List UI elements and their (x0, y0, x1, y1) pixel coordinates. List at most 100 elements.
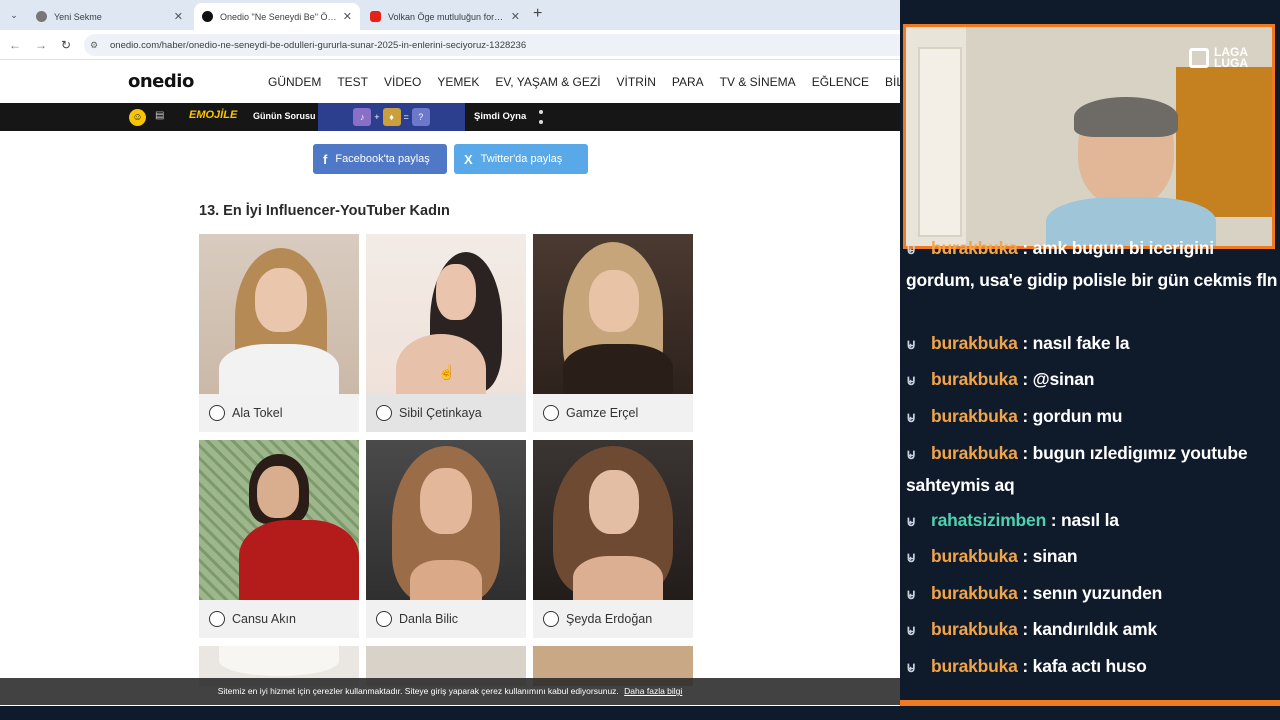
menu-item[interactable]: YEMEK (437, 75, 479, 89)
radio-button[interactable] (543, 405, 559, 421)
tab-title: Yeni Sekme (54, 11, 102, 22)
equals-sign: = (403, 112, 409, 122)
site-info-icon[interactable]: ⚙ (90, 40, 106, 51)
more-options-icon[interactable] (539, 110, 543, 124)
option-card[interactable]: Cansu Akın (199, 440, 359, 638)
menu-item[interactable]: EĞLENCE (812, 75, 869, 89)
radio-button[interactable] (376, 611, 392, 627)
chat-badge-icon: ⊌ (906, 241, 917, 257)
facebook-share-label: Facebook'ta paylaş (335, 153, 430, 165)
option-row[interactable]: Gamze Erçel (533, 394, 693, 432)
radio-button[interactable] (376, 405, 392, 421)
mouse-cursor-icon: ☝ (438, 364, 456, 380)
promo-bar: ☺ ▤ EMOJİLE Günün Sorusu ♪ + ♦ = ? Şimdi… (0, 103, 900, 131)
overlay-accent-bar (900, 700, 1280, 706)
chat-message: ⊌ burakbuka : senın yuzunden (906, 578, 1278, 610)
menu-item[interactable]: VİTRİN (617, 75, 656, 89)
url-field[interactable]: ⚙ onedio.com/haber/onedio-ne-seneydi-be-… (84, 34, 900, 56)
reload-icon[interactable]: ↻ (57, 36, 75, 54)
gallery-icon[interactable]: ▤ (155, 110, 164, 121)
lagaluga-logo: LAGA LUGA (1189, 46, 1248, 69)
option-card[interactable]: Sibil Çetinkaya (366, 234, 526, 432)
menu-item[interactable]: TEST (337, 75, 368, 89)
radio-button[interactable] (209, 405, 225, 421)
menu-item[interactable]: EV, YAŞAM & GEZİ (495, 75, 600, 89)
option-row[interactable]: Cansu Akın (199, 600, 359, 638)
emojile-logo[interactable]: EMOJİLE (189, 109, 237, 121)
candidate-photo (199, 440, 359, 600)
cookie-more-link[interactable]: Daha fazla bilgi (624, 686, 682, 696)
back-arrow-icon[interactable]: ← (6, 36, 24, 54)
option-row[interactable]: Ala Tokel (199, 394, 359, 432)
browser-window: ⌄ Yeni Sekme ✕ Onedio "Ne Seneydi Be" Öd… (0, 0, 900, 706)
close-icon[interactable]: ✕ (343, 10, 352, 23)
menu-item[interactable]: VİDEO (384, 75, 421, 89)
candidate-photo (199, 234, 359, 394)
onedio-icon (202, 11, 213, 22)
menu-item[interactable]: GÜNDEM (268, 75, 321, 89)
forward-arrow-icon[interactable]: → (32, 36, 50, 54)
menu-item[interactable]: TV & SİNEMA (720, 75, 796, 89)
lagaluga-mark-icon (1189, 48, 1209, 68)
option-label: Gamze Erçel (566, 406, 639, 420)
plus-sign: + (374, 112, 380, 122)
menu-item[interactable]: PARA (672, 75, 704, 89)
main-menu: GÜNDEM TEST VİDEO YEMEK EV, YAŞAM & GEZİ… (268, 75, 900, 89)
chat-badge-icon: ⊌ (906, 372, 917, 388)
twitter-share-label: Twitter'da paylaş (480, 153, 563, 165)
tab-search-icon[interactable]: ⌄ (6, 7, 22, 23)
chat-message: ⊌ burakbuka : @sinan (906, 364, 1278, 396)
chat-badge-icon: ⊌ (906, 586, 917, 602)
site-header: onedio GÜNDEM TEST VİDEO YEMEK EV, YAŞAM… (0, 61, 900, 103)
candidate-photo (366, 440, 526, 600)
option-card[interactable]: Şeyda Erdoğan (533, 440, 693, 638)
facebook-share-button[interactable]: f Facebook'ta paylaş (313, 144, 447, 174)
emoji-tile: ♦ (382, 108, 401, 126)
menu-item[interactable]: BİLGİS (885, 75, 900, 89)
radio-button[interactable] (543, 611, 559, 627)
chat-message: ⊌ burakbuka : kandırıldık amk (906, 614, 1278, 646)
onedio-logo[interactable]: onedio (128, 71, 194, 92)
tab-youtube[interactable]: Volkan Öge mutluluğun formülü ✕ (362, 3, 528, 30)
chat-badge-icon: ⊌ (906, 622, 917, 638)
option-card[interactable]: Danla Bilic (366, 440, 526, 638)
tab-title: Onedio "Ne Seneydi Be" Ödülle (220, 11, 337, 22)
chat-message: ⊌ burakbuka : kafa actı huso (906, 651, 1278, 683)
option-row[interactable]: Sibil Çetinkaya (366, 394, 526, 432)
option-row[interactable]: Şeyda Erdoğan (533, 600, 693, 638)
option-label: Cansu Akın (232, 612, 296, 626)
option-label: Danla Bilic (399, 612, 459, 626)
cookie-banner: Sitemiz en iyi hizmet için çerezler kull… (0, 678, 900, 705)
question-title: 13. En İyi Influencer-YouTuber Kadın (199, 203, 450, 219)
chat-message: ⊌ burakbuka : amk bugun bi icerigini gord… (906, 233, 1278, 296)
option-card[interactable]: Gamze Erçel (533, 234, 693, 432)
answer-tile: ? (411, 108, 430, 126)
facebook-icon: f (323, 151, 328, 167)
tab-onedio[interactable]: Onedio "Ne Seneydi Be" Ödülle ✕ (194, 3, 360, 30)
chat-badge-icon: ⊌ (906, 549, 917, 565)
option-row[interactable]: Danla Bilic (366, 600, 526, 638)
play-now-link[interactable]: Şimdi Oyna (474, 111, 526, 122)
tab-strip: ⌄ Yeni Sekme ✕ Onedio "Ne Seneydi Be" Öd… (0, 0, 900, 30)
close-icon[interactable]: ✕ (511, 10, 520, 23)
twitter-share-button[interactable]: X Twitter'da paylaş (454, 144, 588, 174)
chat-message: ⊌ burakbuka : nasıl fake la (906, 328, 1278, 360)
option-label: Sibil Çetinkaya (399, 406, 482, 420)
emoji-face-icon[interactable]: ☺ (129, 109, 146, 126)
chat-message: ⊌ burakbuka : bugun ızledigımız youtube s… (906, 438, 1278, 501)
option-card[interactable]: Ala Tokel (199, 234, 359, 432)
chat-message: ⊌ burakbuka : gordun mu (906, 401, 1278, 433)
cookie-text: Sitemiz en iyi hizmet için çerezler kull… (217, 686, 619, 696)
youtube-icon (370, 11, 381, 22)
new-tab-plus-icon[interactable]: + (533, 5, 542, 23)
chat-badge-icon: ⊌ (906, 336, 917, 352)
close-icon[interactable]: ✕ (174, 10, 183, 23)
option-label: Şeyda Erdoğan (566, 612, 653, 626)
radio-button[interactable] (209, 611, 225, 627)
chat-badge-icon: ⊌ (906, 513, 917, 529)
emoji-puzzle[interactable]: ♪ + ♦ = ? (318, 103, 465, 131)
tab-new[interactable]: Yeni Sekme ✕ (28, 3, 191, 30)
chat-badge-icon: ⊌ (906, 446, 917, 462)
tab-title: Volkan Öge mutluluğun formülü (388, 11, 505, 22)
chrome-icon (36, 11, 47, 22)
